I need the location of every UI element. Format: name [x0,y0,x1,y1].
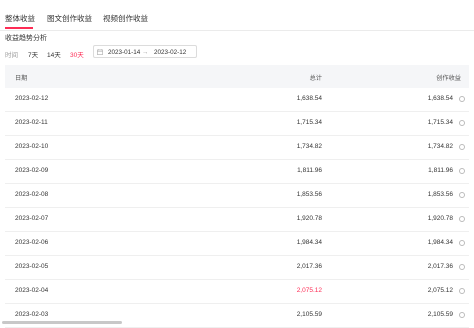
cell-total: 1,984.34 [296,239,322,246]
cell-creation-income: 1,715.34 [427,119,453,126]
info-icon[interactable] [459,168,465,174]
table-row: 2023-02-05 2,017.36 2,017.36 [5,256,469,280]
info-icon[interactable] [459,120,465,126]
cell-creation-income: 2,017.36 [427,263,453,270]
date-start[interactable]: 2023-01-14 [108,49,140,56]
table-row: 2023-02-07 1,920.78 1,920.78 [5,208,469,232]
cell-date: 2023-02-10 [15,143,49,150]
cell-total: 2,075.12 [296,287,322,294]
tab-article-income[interactable]: 图文创作收益 [47,13,92,24]
table-row: 2023-02-04 2,075.12 2,075.12 [5,280,469,304]
cell-creation-income: 2,105.59 [427,311,453,318]
column-header-date: 日期 [15,75,28,82]
cell-date: 2023-02-03 [15,311,49,318]
active-tab-indicator [5,27,33,29]
cell-total: 1,638.54 [296,95,322,102]
cell-date: 2023-02-12 [15,95,49,102]
time-filter-label: 时间 [5,52,18,59]
table-header: 日期 总计 创作收益 [5,65,469,88]
filter-14-days[interactable]: 14天 [47,49,61,59]
cell-creation-income: 1,811.96 [428,167,453,174]
cell-total: 1,715.34 [296,119,322,126]
info-icon[interactable] [459,96,465,102]
cell-creation-income: 1,853.56 [427,191,453,198]
cell-date: 2023-02-11 [15,119,48,126]
date-end[interactable]: 2023-02-12 [154,49,186,56]
cell-total: 1,734.82 [296,143,322,150]
cell-creation-income: 2,075.12 [427,287,453,294]
info-icon[interactable] [459,144,465,150]
cell-date: 2023-02-06 [15,239,49,246]
cell-creation-income: 1,734.82 [427,143,453,150]
date-range-picker[interactable]: 2023-01-14 → 2023-02-12 [93,45,197,58]
cell-creation-income: 1,984.34 [427,239,453,246]
info-icon[interactable] [459,288,465,294]
info-icon[interactable] [459,264,465,270]
info-icon[interactable] [459,240,465,246]
cell-total: 1,811.96 [297,167,322,174]
column-header-creation-income: 创作收益 [436,75,461,82]
filter-7-days[interactable]: 7天 [28,49,38,59]
table-row: 2023-02-06 1,984.34 1,984.34 [5,232,469,256]
column-header-total: 总计 [309,75,322,82]
tab-divider [0,30,474,31]
cell-date: 2023-02-04 [15,287,49,294]
cell-total: 1,853.56 [296,191,322,198]
cell-total: 1,920.78 [296,215,322,222]
info-icon[interactable] [459,192,465,198]
cell-date: 2023-02-05 [15,263,49,270]
filter-30-days[interactable]: 30天 [70,49,84,59]
calendar-icon [97,49,103,55]
cell-creation-income: 1,638.54 [427,95,453,102]
cell-date: 2023-02-09 [15,167,49,174]
table-row: 2023-02-08 1,853.56 1,853.56 [5,184,469,208]
cell-total: 2,017.36 [296,263,322,270]
tab-overall-income[interactable]: 整体收益 [5,13,35,24]
table-row: 2023-02-11 1,715.34 1,715.34 [5,112,469,136]
cell-date: 2023-02-08 [15,191,49,198]
table-row: 2023-02-03 2,105.59 2,105.59 [5,304,469,328]
section-title: 收益趋势分析 [5,35,47,42]
table-row: 2023-02-09 1,811.96 1,811.96 [5,160,469,184]
info-icon[interactable] [459,216,465,222]
tab-bar: 整体收益 图文创作收益 视频创作收益 [0,0,474,31]
tab-video-income[interactable]: 视频创作收益 [103,13,148,24]
info-icon[interactable] [459,312,465,318]
table-row: 2023-02-12 1,638.54 1,638.54 [5,88,469,112]
date-separator: → [142,49,149,56]
income-table: 日期 总计 创作收益 2023-02-12 1,638.54 1,638.54 … [5,65,469,328]
table-row: 2023-02-10 1,734.82 1,734.82 [5,136,469,160]
cell-date: 2023-02-07 [15,215,49,222]
cell-total: 2,105.59 [296,311,322,318]
cell-creation-income: 1,920.78 [427,215,453,222]
